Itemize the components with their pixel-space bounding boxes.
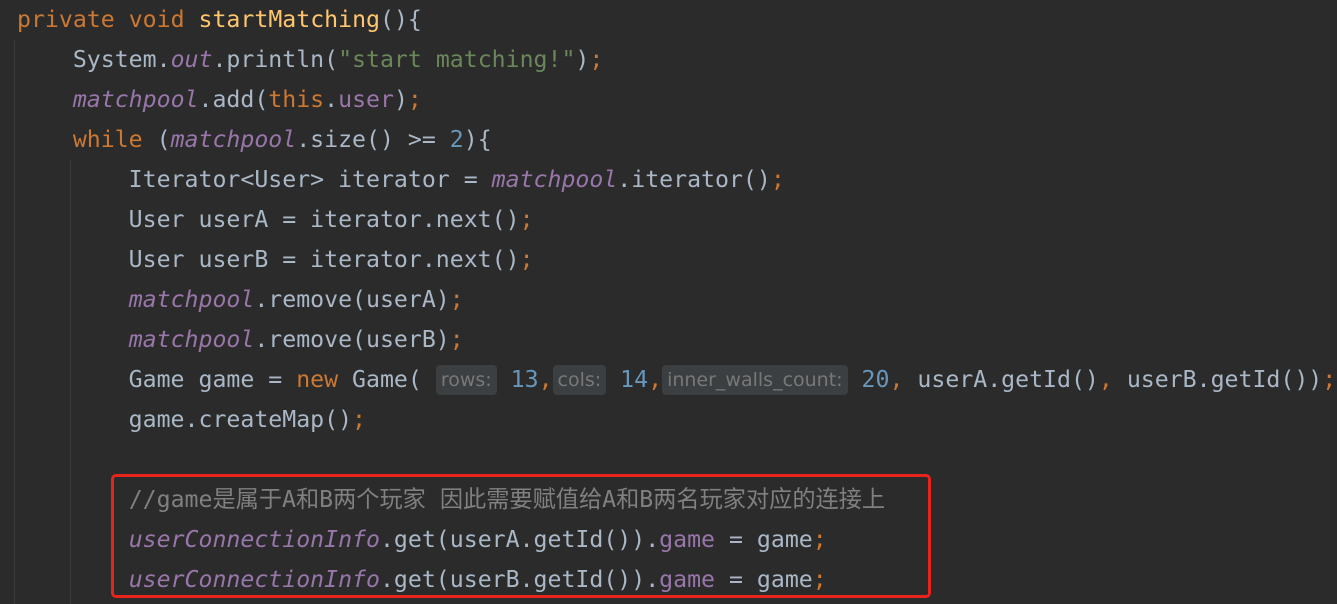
code-token: 20 [861,366,890,393]
parameter-hint: cols: [552,365,607,395]
code-token: ) [393,86,408,113]
code-line[interactable]: Iterator<User> iterator = matchpool.iter… [17,160,785,200]
code-token: ; [407,86,422,113]
code-token: matchpool [128,326,255,353]
code-token: user [338,86,394,113]
code-token: userA.getId() [903,366,1099,393]
code-token: game.createMap() [17,406,353,433]
code-token: userB.getId()) [1112,366,1323,393]
code-token: out [170,46,213,73]
code-line[interactable]: game.createMap(); [17,400,366,440]
code-token: Game( [338,366,436,393]
code-token: void [128,6,185,33]
parameter-hint: rows: [435,365,497,395]
code-line[interactable]: User userA = iterator.next(); [17,200,534,240]
code-token: Iterator<User> iterator = [17,166,492,193]
code-token: . [324,86,339,113]
code-token: "start matching!" [338,46,576,73]
parameter-hint: inner_walls_count: [662,365,848,395]
code-token: new [296,366,339,393]
code-token: matchpool [128,286,255,313]
code-token: ; [449,286,464,313]
code-line[interactable]: Game game = new Game( rows: 13, cols: 14,… [17,360,1336,400]
code-line[interactable]: System.out.println("start matching!"); [17,40,604,80]
code-token: ; [589,46,604,73]
code-token: 14 [620,366,649,393]
code-token: ; [519,246,534,273]
code-token: .remove(userB) [254,326,450,353]
code-line[interactable]: matchpool.add(this.user); [17,80,422,120]
code-token: , [648,366,663,393]
code-token: matchpool [72,86,199,113]
code-line[interactable]: matchpool.remove(userB); [17,320,464,360]
code-line[interactable]: matchpool.remove(userA); [17,280,464,320]
code-token: matchpool [491,166,618,193]
code-token: ; [770,166,785,193]
code-token: ( [142,126,171,153]
code-line[interactable]: User userB = iterator.next(); [17,240,534,280]
code-token: , [1098,366,1113,393]
code-token: ; [1322,366,1337,393]
code-line[interactable]: private void startMatching(){ [17,0,422,40]
code-token: , [889,366,904,393]
highlight-annotation-box [111,474,931,598]
code-token: private [17,6,115,33]
code-token: ; [519,206,534,233]
code-token: startMatching [198,6,380,33]
code-token: .add( [198,86,269,113]
code-token: .iterator() [617,166,771,193]
code-token: 2 [449,126,464,153]
code-line[interactable]: while (matchpool.size() >= 2){ [17,120,492,160]
indent-guide [14,40,15,604]
code-token: , [538,366,553,393]
code-token: System. [17,46,171,73]
code-token: .println( [212,46,339,73]
code-token: ) [575,46,590,73]
code-token: 13 [510,366,539,393]
code-token: ){ [463,126,492,153]
code-token: (){ [380,6,422,33]
code-token: User userB = iterator.next() [17,246,520,273]
code-token: ; [352,406,367,433]
code-editor[interactable]: private void startMatching(){ System.out… [0,0,1337,604]
code-token: while [72,126,143,153]
code-token: this [268,86,325,113]
code-token: .size() >= [296,126,450,153]
code-token: .remove(userA) [254,286,450,313]
code-token: matchpool [170,126,297,153]
code-token: Game game = [17,366,297,393]
code-token: ; [449,326,464,353]
code-token: User userA = iterator.next() [17,206,520,233]
